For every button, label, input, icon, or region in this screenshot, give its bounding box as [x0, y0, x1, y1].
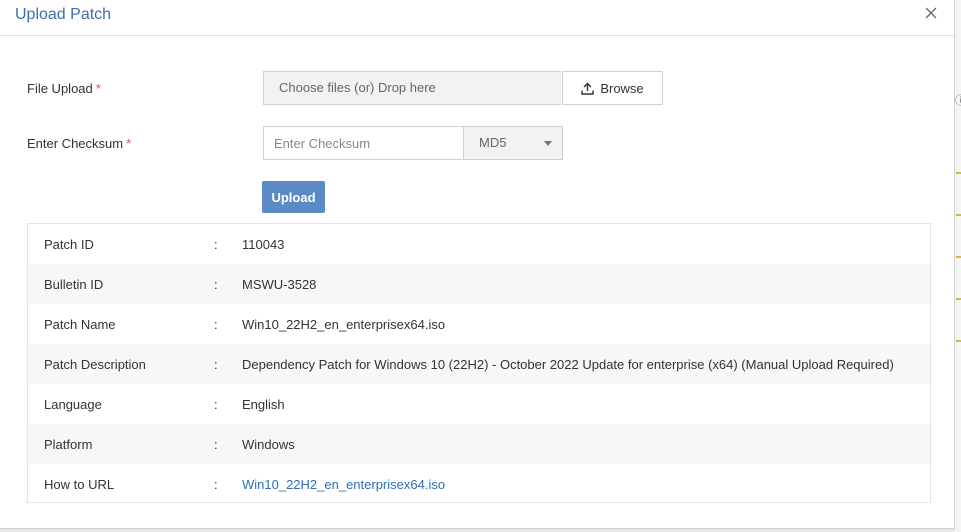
file-drop-zone[interactable]: Choose files (or) Drop here — [263, 71, 561, 105]
how-to-url-link[interactable]: Win10_22H2_en_enterprisex64.iso — [242, 477, 445, 492]
background-marker — [956, 214, 961, 216]
detail-value: 110043 — [242, 237, 285, 252]
checksum-input[interactable] — [263, 126, 464, 160]
detail-key: How to URL — [44, 477, 115, 492]
background-marker — [956, 298, 961, 300]
dialog-header: Upload Patch — [0, 0, 954, 36]
file-upload-label: File Upload * — [27, 81, 101, 96]
upload-button[interactable]: Upload — [262, 181, 325, 213]
background-marker — [956, 256, 961, 258]
checksum-algorithm-value: MD5 — [479, 135, 507, 150]
detail-key: Language — [44, 397, 102, 412]
required-mark: * — [95, 81, 101, 96]
detail-key: Bulletin ID — [44, 277, 104, 292]
detail-separator: : — [214, 237, 218, 252]
browse-button[interactable]: Browse — [562, 71, 663, 105]
detail-key: Patch Description — [44, 357, 146, 372]
detail-row-patch-description: Patch Description : Dependency Patch for… — [28, 344, 930, 384]
detail-row-patch-id: Patch ID : 110043 — [28, 224, 930, 264]
close-icon — [925, 7, 937, 19]
detail-value: MSWU-3528 — [242, 277, 317, 292]
caret-down-icon — [544, 141, 552, 146]
background-chevron-icon: ⓘ — [955, 95, 961, 107]
detail-value: Windows — [242, 437, 295, 452]
background-marker — [956, 340, 961, 342]
detail-value: Dependency Patch for Windows 10 (22H2) -… — [242, 357, 894, 372]
detail-key: Patch ID — [44, 237, 94, 252]
detail-separator: : — [214, 317, 218, 332]
detail-separator: : — [214, 277, 218, 292]
detail-row-platform: Platform : Windows — [28, 424, 930, 464]
detail-row-bulletin-id: Bulletin ID : MSWU-3528 — [28, 264, 930, 304]
upload-icon — [581, 82, 595, 95]
checksum-label: Enter Checksum * — [27, 136, 132, 151]
dialog-title: Upload Patch — [15, 6, 112, 23]
browse-label: Browse — [600, 80, 644, 96]
detail-row-language: Language : English — [28, 384, 930, 424]
checksum-algorithm-select[interactable]: MD5 — [463, 126, 563, 160]
detail-row-how-to-url: How to URL : Win10_22H2_en_enterprisex64… — [28, 464, 930, 504]
patch-details-table: Patch ID : 110043 Bulletin ID : MSWU-352… — [27, 223, 931, 503]
detail-value: Win10_22H2_en_enterprisex64.iso — [242, 317, 446, 332]
close-button[interactable] — [924, 6, 940, 24]
background-app-edge — [955, 0, 961, 532]
detail-separator: : — [214, 357, 218, 372]
detail-separator: : — [214, 437, 218, 452]
required-mark: * — [126, 136, 132, 151]
detail-value: English — [242, 397, 285, 412]
detail-key: Platform — [44, 437, 93, 452]
background-marker — [956, 172, 961, 174]
detail-key: Patch Name — [44, 317, 116, 332]
detail-separator: : — [214, 477, 218, 492]
upload-patch-dialog: Upload Patch File Upload * Choose files (… — [0, 0, 955, 529]
detail-row-patch-name: Patch Name : Win10_22H2_en_enterprisex64… — [28, 304, 930, 344]
detail-separator: : — [214, 397, 218, 412]
